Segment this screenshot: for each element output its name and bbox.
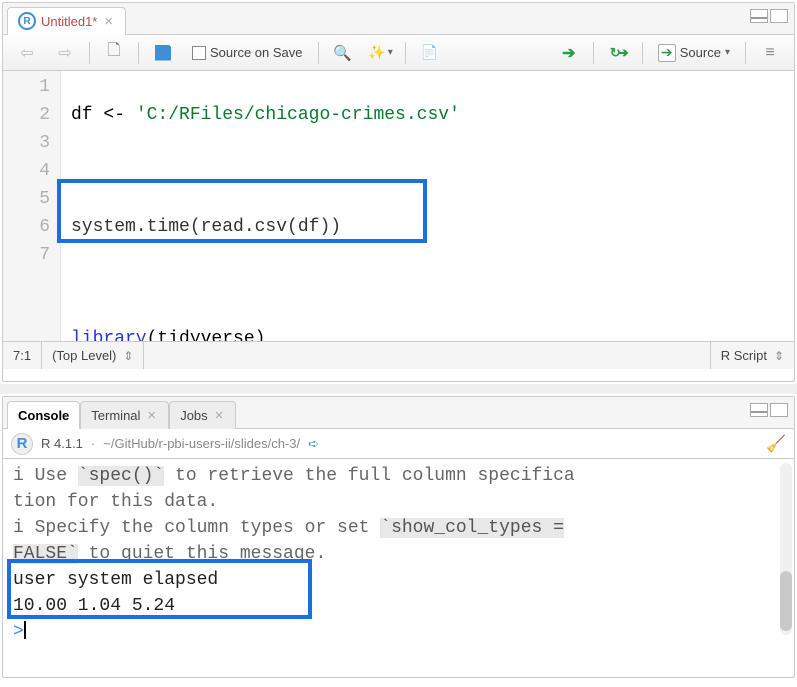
- line-number: 3: [3, 129, 50, 157]
- code-keyword: library: [71, 329, 147, 341]
- panel-window-controls: [750, 9, 788, 23]
- source-on-save-label: Source on Save: [210, 45, 303, 60]
- language-label: R Script: [721, 348, 767, 363]
- editor-statusbar: 7:1 (Top Level) R Script: [3, 341, 794, 369]
- magnify-icon: [334, 44, 352, 62]
- panel-window-controls: [750, 403, 788, 417]
- new-doc-icon: [105, 44, 123, 62]
- source-button[interactable]: Source ▾: [651, 40, 737, 66]
- line-number: 1: [3, 73, 50, 101]
- code-text: df <-: [71, 105, 136, 125]
- console-text: i Use: [13, 466, 78, 486]
- tab-terminal-label: Terminal: [91, 408, 140, 423]
- working-dir[interactable]: ~/GitHub/r-pbi-users-ii/slides/ch-3/: [103, 436, 300, 451]
- console-code: `spec()`: [78, 466, 164, 486]
- language-selector[interactable]: R Script: [710, 342, 794, 369]
- editor-tab-untitled[interactable]: R Untitled1* ×: [7, 7, 126, 35]
- arrow-right-icon: [56, 44, 74, 62]
- minimize-button[interactable]: [750, 403, 768, 417]
- save-icon: [154, 44, 172, 62]
- separator: [89, 42, 90, 64]
- code-text: system.time(read.csv(df)): [71, 217, 341, 237]
- line-number: 7: [3, 241, 50, 269]
- console-text: i Specify the column types or set: [13, 518, 380, 538]
- separator: [642, 42, 643, 64]
- console-code: FALSE`: [13, 544, 78, 564]
- scrollbar-track[interactable]: [780, 463, 792, 635]
- console-output[interactable]: i Use `spec()` to retrieve the full colu…: [3, 459, 794, 639]
- goto-dir-icon[interactable]: ➪: [308, 436, 319, 452]
- maximize-button[interactable]: [770, 403, 788, 417]
- minimize-button[interactable]: [750, 9, 768, 23]
- nav-back-button[interactable]: [11, 40, 43, 66]
- close-icon[interactable]: ×: [213, 408, 226, 423]
- source-button-label: Source: [680, 45, 721, 60]
- r-file-icon: R: [18, 12, 36, 30]
- line-number: 6: [3, 213, 50, 241]
- source-on-save-toggle[interactable]: Source on Save: [185, 41, 310, 64]
- editor-tabbar: R Untitled1* ×: [3, 3, 794, 35]
- r-logo-icon: R: [11, 433, 33, 455]
- r-version: R 4.1.1: [41, 436, 83, 451]
- line-number: 5: [3, 185, 50, 213]
- clear-console-button[interactable]: 🧹: [766, 434, 786, 454]
- compile-report-button[interactable]: [414, 40, 446, 66]
- tab-terminal[interactable]: Terminal ×: [80, 401, 169, 429]
- rerun-icon: [609, 44, 627, 62]
- maximize-button[interactable]: [770, 9, 788, 23]
- new-doc-button[interactable]: [98, 40, 130, 66]
- code-area[interactable]: df <- 'C:/RFiles/chicago-crimes.csv' sys…: [61, 71, 794, 341]
- separator: [745, 42, 746, 64]
- console-tabbar: Console Terminal × Jobs ×: [3, 397, 794, 429]
- line-number: 2: [3, 101, 50, 129]
- console-header: R R 4.1.1 · ~/GitHub/r-pbi-users-ii/slid…: [3, 429, 794, 459]
- separator: [593, 42, 594, 64]
- nav-forward-button[interactable]: [49, 40, 81, 66]
- cursor: [24, 621, 26, 639]
- source-icon: [658, 44, 676, 62]
- scope-selector[interactable]: (Top Level): [42, 342, 144, 369]
- outline-button[interactable]: [754, 40, 786, 66]
- console-text: tion for this data.: [13, 489, 784, 515]
- tab-console[interactable]: Console: [7, 401, 80, 429]
- cursor-position: 7:1: [3, 342, 42, 369]
- timing-values: 10.00 1.04 5.24: [13, 593, 784, 619]
- timing-header: user system elapsed: [13, 567, 784, 593]
- separator: [318, 42, 319, 64]
- console-text: to retrieve the full column specifica: [164, 466, 574, 486]
- console-code: `show_col_types =: [380, 518, 564, 538]
- panel-gap: [0, 384, 797, 394]
- arrow-left-icon: [18, 44, 36, 62]
- tab-jobs-label: Jobs: [180, 408, 207, 423]
- editor-tab-title: Untitled1*: [41, 14, 97, 29]
- tab-console-label: Console: [18, 408, 69, 423]
- code-tools-button[interactable]: [365, 40, 397, 66]
- checkbox-icon: [192, 46, 206, 60]
- code-editor[interactable]: 1 2 3 4 5 6 7 df <- 'C:/RFiles/chicago-c…: [3, 71, 794, 341]
- scrollbar-thumb[interactable]: [780, 571, 792, 631]
- editor-toolbar: Source on Save Source ▾: [3, 35, 794, 71]
- rerun-button[interactable]: [602, 40, 634, 66]
- code-string: 'C:/RFiles/chicago-crimes.csv': [136, 105, 460, 125]
- save-button[interactable]: [147, 40, 179, 66]
- find-button[interactable]: [327, 40, 359, 66]
- outline-icon: [761, 44, 779, 62]
- close-icon[interactable]: ×: [102, 14, 115, 29]
- notebook-icon: [421, 44, 439, 62]
- separator: [138, 42, 139, 64]
- console-text: to quiet this message.: [78, 544, 326, 564]
- run-icon: [560, 44, 578, 62]
- scope-label: (Top Level): [52, 348, 116, 363]
- wand-icon: [372, 44, 390, 62]
- code-text: (tidyverse): [147, 329, 266, 341]
- console-prompt: >: [13, 622, 24, 639]
- tab-jobs[interactable]: Jobs ×: [169, 401, 236, 429]
- run-button[interactable]: [553, 40, 585, 66]
- close-icon[interactable]: ×: [145, 408, 158, 423]
- separator: [405, 42, 406, 64]
- header-dot: ·: [91, 436, 95, 451]
- line-gutter: 1 2 3 4 5 6 7: [3, 71, 61, 341]
- line-number: 4: [3, 157, 50, 185]
